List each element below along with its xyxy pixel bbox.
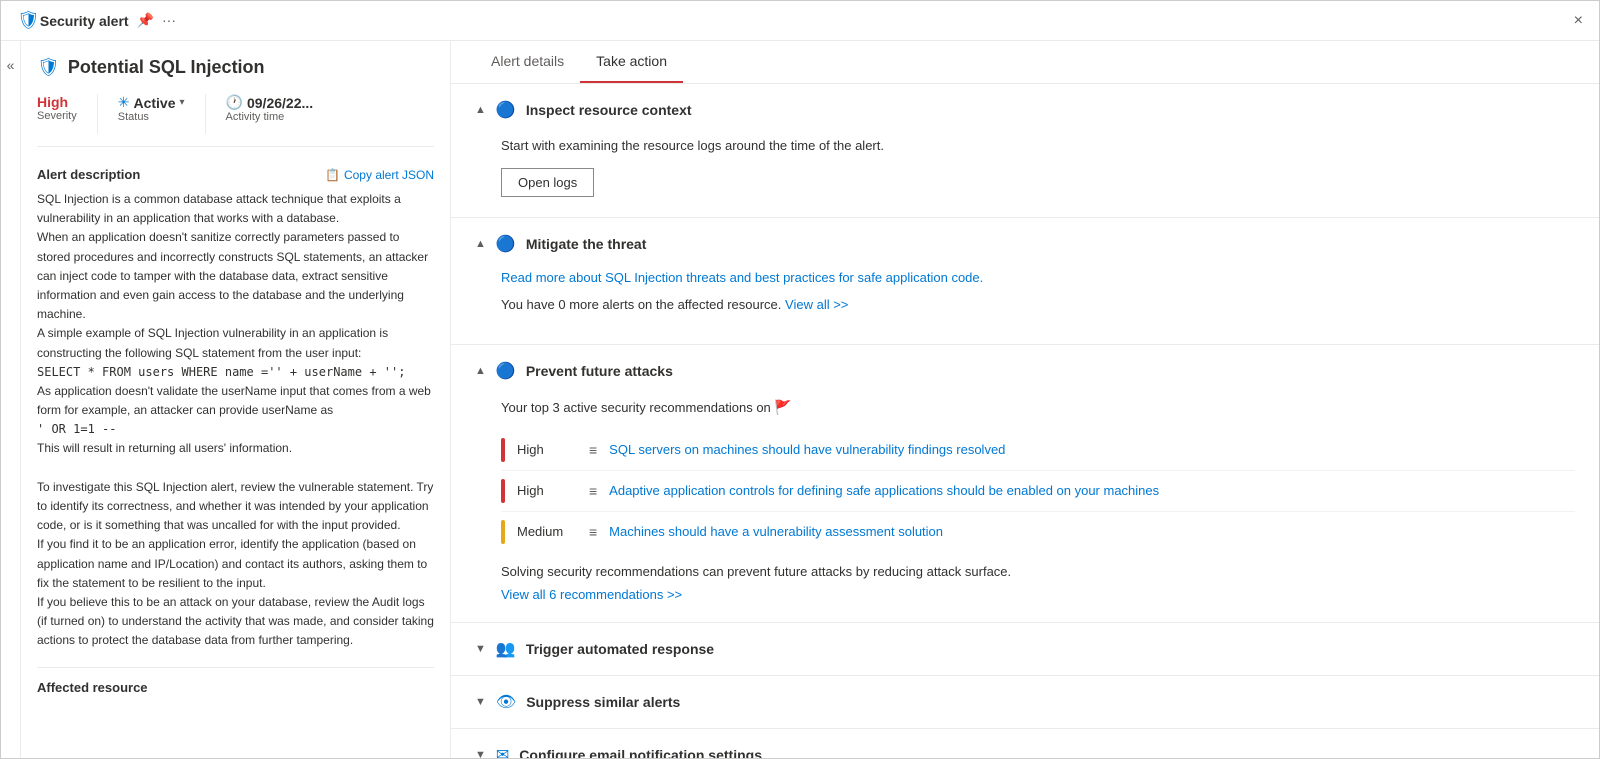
- stat-divider-2: [205, 94, 206, 134]
- right-panel: Alert details Take action ▲ 🔵 Inspect re…: [451, 41, 1599, 758]
- prevent-section-title: Prevent future attacks: [526, 363, 673, 379]
- severity-bar-high-2: [501, 479, 505, 503]
- description-section-title: Alert description: [37, 167, 140, 182]
- section-email-settings: ▼ ✉ Configure email notification setting…: [451, 729, 1599, 759]
- rec-severity-1: High: [517, 442, 577, 457]
- rec-icon-2: ≡: [589, 483, 597, 499]
- mitigate-section-title: Mitigate the threat: [526, 236, 647, 252]
- rec-icon-3: ≡: [589, 524, 597, 540]
- severity-stat: High Severity: [37, 94, 97, 122]
- inspect-collapse-icon: ▲: [475, 104, 486, 116]
- view-all-recs-link[interactable]: View all 6 recommendations >>: [501, 587, 682, 602]
- section-mitigate-threat: ▲ 🔵 Mitigate the threat Read more about …: [451, 218, 1599, 345]
- active-icon: ✳: [118, 94, 130, 111]
- collapse-panel-button[interactable]: «: [1, 41, 21, 758]
- trigger-section-title: Trigger automated response: [526, 641, 714, 657]
- section-email-toggle[interactable]: ▼ ✉ Configure email notification setting…: [451, 729, 1599, 759]
- severity-bar-high-1: [501, 438, 505, 462]
- section-suppress-alerts: ▼ 👁 Suppress similar alerts: [451, 676, 1599, 729]
- left-panel: 🛡 Potential SQL Injection High Severity …: [21, 41, 451, 758]
- status-value: Active: [133, 95, 175, 111]
- rec-item-3: Medium ≡ Machines should have a vulnerab…: [501, 512, 1575, 552]
- tabs-row: Alert details Take action: [451, 41, 1599, 84]
- mitigate-section-icon: 🔵: [496, 234, 516, 254]
- inspect-section-desc: Start with examining the resource logs a…: [501, 136, 1575, 156]
- section-mitigate-toggle[interactable]: ▲ 🔵 Mitigate the threat: [451, 218, 1599, 270]
- activity-label: Activity time: [226, 111, 314, 123]
- section-prevent-toggle[interactable]: ▲ 🔵 Prevent future attacks: [451, 345, 1599, 397]
- activity-value: 09/26/22...: [247, 95, 313, 111]
- inspect-section-icon: 🔵: [496, 100, 516, 120]
- email-section-icon: ✉: [496, 745, 509, 759]
- mitigate-read-more-link[interactable]: Read more about SQL Injection threats an…: [501, 270, 983, 285]
- prevent-collapse-icon: ▲: [475, 365, 486, 377]
- severity-value: High: [37, 94, 77, 110]
- suppress-section-icon: 👁: [496, 692, 516, 712]
- shield-icon: 🛡: [17, 10, 40, 31]
- inspect-section-body: Start with examining the resource logs a…: [451, 136, 1599, 217]
- alert-title: Potential SQL Injection: [68, 57, 265, 78]
- view-all-alerts-link[interactable]: View all >>: [785, 297, 848, 312]
- email-section-title: Configure email notification settings: [519, 747, 762, 759]
- severity-label: Severity: [37, 110, 77, 122]
- section-trigger-automated: ▼ 👥 Trigger automated response: [451, 623, 1599, 676]
- tab-take-action[interactable]: Take action: [580, 41, 683, 83]
- status-label: Status: [118, 111, 185, 123]
- copy-alert-json-link[interactable]: 📋 Copy alert JSON: [325, 168, 434, 182]
- tab-alert-details[interactable]: Alert details: [475, 41, 580, 83]
- activity-stat: 🕐 09/26/22... Activity time: [226, 94, 334, 123]
- alert-shield-icon: 🛡: [37, 57, 60, 78]
- rec-item-2: High ≡ Adaptive application controls for…: [501, 471, 1575, 512]
- collapse-icon: «: [7, 57, 15, 73]
- right-content: ▲ 🔵 Inspect resource context Start with …: [451, 84, 1599, 758]
- rec-link-3[interactable]: Machines should have a vulnerability ass…: [609, 524, 1575, 539]
- affected-resource-label: Affected resource: [37, 680, 148, 695]
- more-icon[interactable]: ···: [162, 12, 176, 29]
- section-inspect-toggle[interactable]: ▲ 🔵 Inspect resource context: [451, 84, 1599, 136]
- rec-link-2[interactable]: Adaptive application controls for defini…: [609, 483, 1575, 498]
- section-suppress-toggle[interactable]: ▼ 👁 Suppress similar alerts: [451, 676, 1599, 728]
- prevent-section-icon: 🔵: [496, 361, 516, 381]
- email-collapse-icon: ▼: [475, 749, 486, 759]
- trigger-collapse-icon: ▼: [475, 643, 486, 655]
- pin-icon[interactable]: 📌: [137, 12, 154, 29]
- suppress-section-title: Suppress similar alerts: [526, 694, 680, 710]
- clock-icon: 🕐: [226, 94, 243, 111]
- inspect-section-title: Inspect resource context: [526, 102, 692, 118]
- stat-divider-1: [97, 94, 98, 134]
- window-title: Security alert: [40, 13, 129, 29]
- rec-link-1[interactable]: SQL servers on machines should have vuln…: [609, 442, 1575, 457]
- purple-flag-icon: 🚩: [774, 399, 791, 415]
- solving-text: Solving security recommendations can pre…: [501, 564, 1575, 579]
- rec-severity-2: High: [517, 483, 577, 498]
- prevent-intro-text: Your top 3 active security recommendatio…: [501, 397, 1575, 418]
- section-trigger-toggle[interactable]: ▼ 👥 Trigger automated response: [451, 623, 1599, 675]
- trigger-section-icon: 👥: [496, 639, 516, 659]
- prevent-section-body: Your top 3 active security recommendatio…: [451, 397, 1599, 622]
- rec-severity-3: Medium: [517, 524, 577, 539]
- rec-icon-1: ≡: [589, 442, 597, 458]
- mitigate-section-body: Read more about SQL Injection threats an…: [451, 270, 1599, 344]
- open-logs-button[interactable]: Open logs: [501, 168, 594, 197]
- suppress-collapse-icon: ▼: [475, 696, 486, 708]
- mitigate-collapse-icon: ▲: [475, 238, 486, 250]
- severity-bar-medium-1: [501, 520, 505, 544]
- description-text: SQL Injection is a common database attac…: [37, 190, 434, 651]
- copy-icon: 📋: [325, 168, 340, 182]
- status-stat: ✳ Active ▾ Status: [118, 94, 205, 123]
- close-button[interactable]: ×: [1574, 12, 1583, 30]
- section-inspect-resource: ▲ 🔵 Inspect resource context Start with …: [451, 84, 1599, 218]
- section-prevent-attacks: ▲ 🔵 Prevent future attacks Your top 3 ac…: [451, 345, 1599, 623]
- recommendations-list: High ≡ SQL servers on machines should ha…: [501, 430, 1575, 552]
- alert-count-text: You have 0 more alerts on the affected r…: [501, 297, 1575, 312]
- rec-item-1: High ≡ SQL servers on machines should ha…: [501, 430, 1575, 471]
- status-chevron-icon[interactable]: ▾: [180, 97, 185, 108]
